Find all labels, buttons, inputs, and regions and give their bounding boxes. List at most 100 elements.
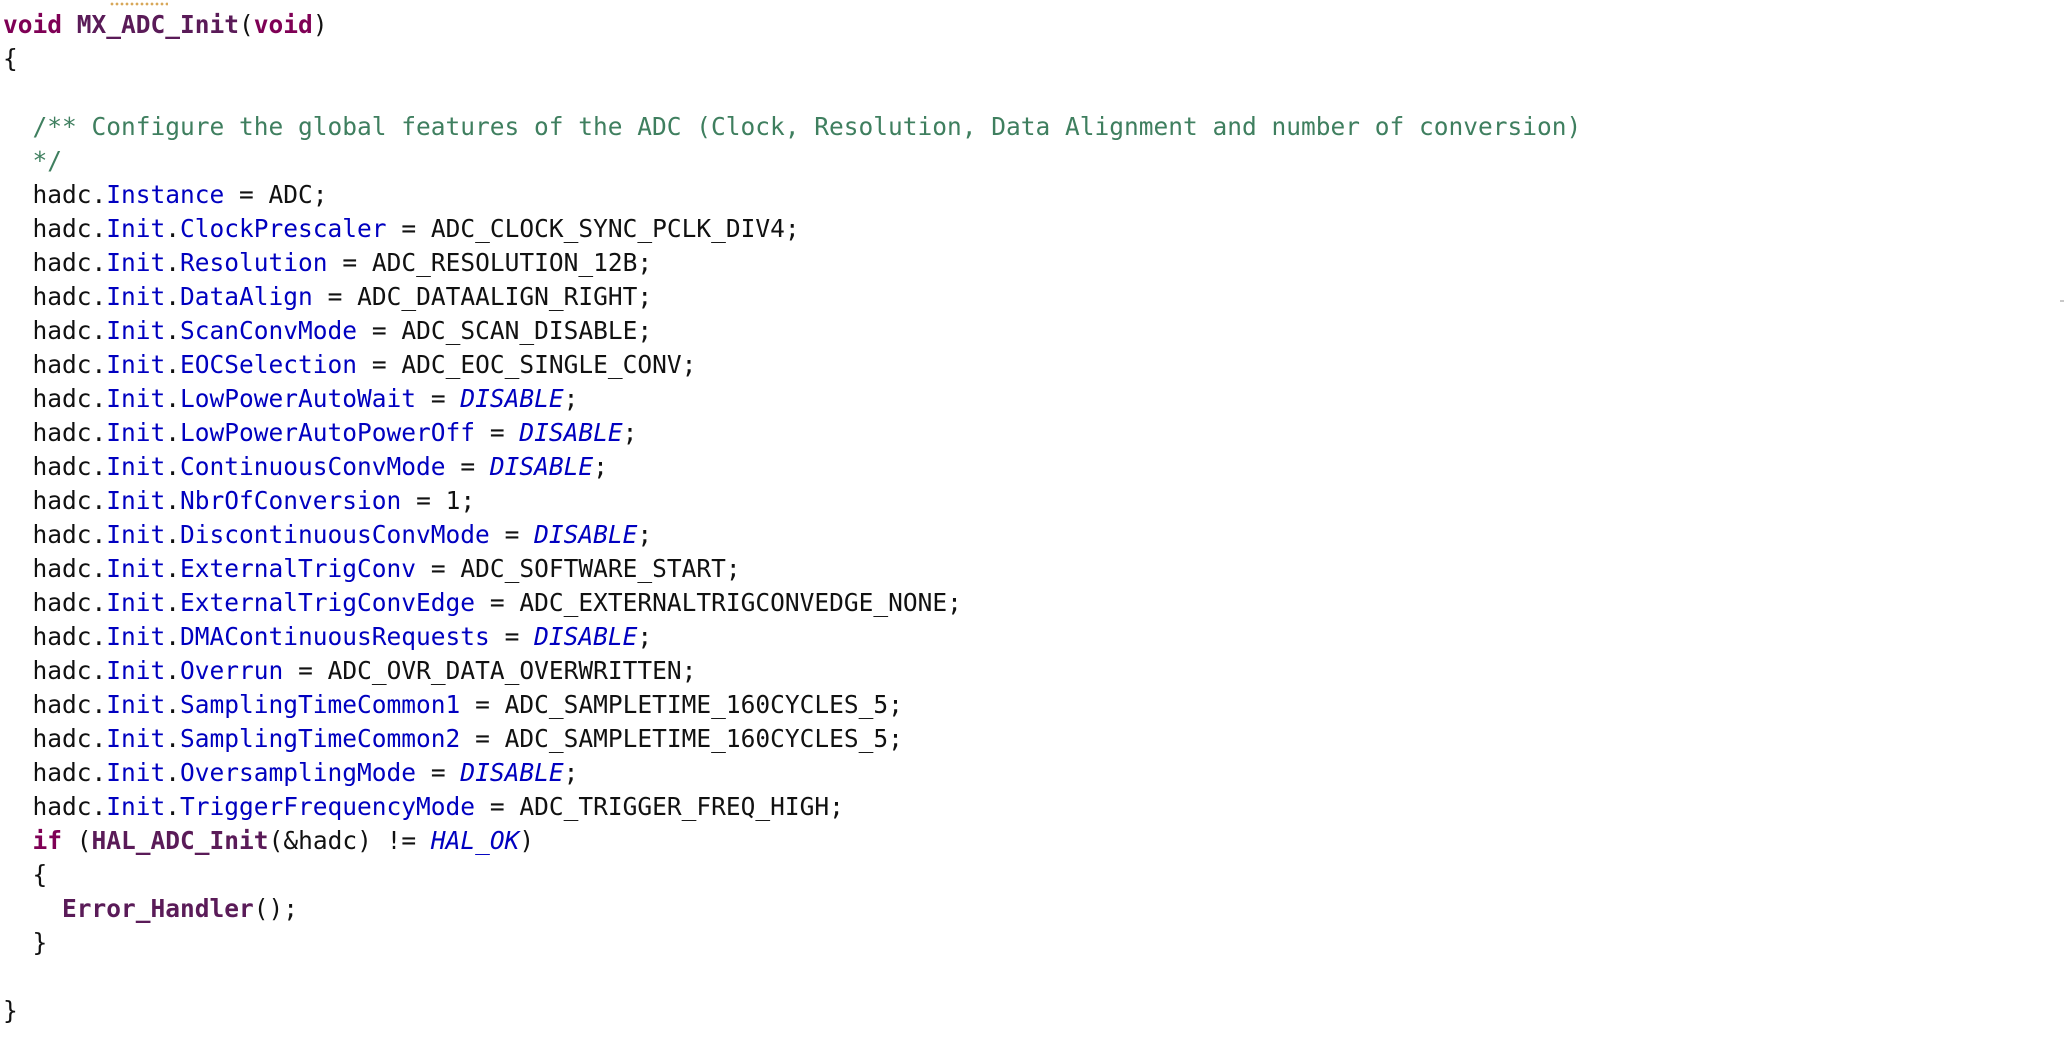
- code-line[interactable]: {: [3, 42, 1581, 76]
- code-editor[interactable]: void MX_ADC_Init(void){ /** Configure th…: [0, 0, 2064, 1044]
- code-token: ;: [593, 452, 608, 481]
- code-token: .: [165, 758, 181, 787]
- code-token: =: [489, 520, 535, 549]
- code-token: hadc.: [3, 282, 107, 311]
- code-token: (: [62, 826, 92, 855]
- code-line[interactable]: [3, 76, 1581, 110]
- code-token: ;: [563, 384, 579, 413]
- field-token: ClockPrescaler: [180, 214, 387, 243]
- code-token: ;: [637, 622, 653, 651]
- code-token: .: [165, 282, 181, 311]
- field-token: Init: [106, 792, 166, 821]
- field-token: Init: [106, 452, 166, 481]
- code-line[interactable]: if (HAL_ADC_Init(&hadc) != HAL_OK): [3, 824, 1581, 858]
- code-line[interactable]: hadc.Init.DataAlign = ADC_DATAALIGN_RIGH…: [3, 280, 1581, 314]
- code-token: .: [165, 486, 181, 515]
- code-line[interactable]: Error_Handler();: [3, 892, 1581, 926]
- field-token: Init: [106, 588, 166, 617]
- code-line[interactable]: hadc.Init.DMAContinuousRequests = DISABL…: [3, 620, 1581, 654]
- code-line[interactable]: /** Configure the global features of the…: [3, 110, 1582, 144]
- field-token: Init: [106, 282, 166, 311]
- code-line[interactable]: {: [3, 858, 1581, 892]
- constant-token: DISABLE: [519, 418, 623, 447]
- code-line[interactable]: hadc.Init.SamplingTimeCommon2 = ADC_SAMP…: [3, 722, 1581, 756]
- code-token: hadc.: [3, 792, 107, 821]
- code-line[interactable]: hadc.Init.EOCSelection = ADC_EOC_SINGLE_…: [3, 348, 1581, 382]
- code-line[interactable]: hadc.Init.Overrun = ADC_OVR_DATA_OVERWRI…: [3, 654, 1581, 688]
- code-line[interactable]: hadc.Init.ScanConvMode = ADC_SCAN_DISABL…: [3, 314, 1581, 348]
- code-line[interactable]: */: [3, 144, 1581, 178]
- code-token: .: [165, 418, 181, 447]
- code-line[interactable]: hadc.Init.ClockPrescaler = ADC_CLOCK_SYN…: [3, 212, 1581, 246]
- code-token: hadc.: [3, 418, 107, 447]
- field-token: Init: [106, 690, 166, 719]
- code-token: ;: [563, 758, 579, 787]
- field-token: SamplingTimeCommon1: [180, 690, 461, 719]
- keyword-token: void: [253, 10, 313, 39]
- code-token: .: [165, 724, 181, 753]
- code-token: ;: [637, 520, 653, 549]
- code-line[interactable]: }: [3, 926, 1581, 960]
- field-token: ScanConvMode: [180, 316, 358, 345]
- code-token: = ADC_EXTERNALTRIGCONVEDGE_NONE;: [475, 588, 962, 617]
- field-token: DiscontinuousConvMode: [180, 520, 490, 549]
- code-line[interactable]: hadc.Init.NbrOfConversion = 1;: [3, 484, 1581, 518]
- function-token: MX_ADC_Init: [62, 10, 240, 39]
- code-line[interactable]: void MX_ADC_Init(void): [3, 8, 1581, 42]
- code-line[interactable]: hadc.Init.LowPowerAutoWait = DISABLE;: [3, 382, 1581, 416]
- code-token: .: [165, 792, 181, 821]
- code-token: hadc.: [3, 486, 107, 515]
- function-token: HAL_ADC_Init: [91, 826, 269, 855]
- code-token: = ADC_RESOLUTION_12B;: [327, 248, 653, 277]
- code-token: .: [165, 622, 181, 651]
- code-token: .: [165, 554, 181, 583]
- field-token: Init: [106, 384, 166, 413]
- field-token: LowPowerAutoWait: [180, 384, 417, 413]
- code-line[interactable]: hadc.Init.LowPowerAutoPowerOff = DISABLE…: [3, 416, 1581, 450]
- field-token: ExternalTrigConv: [180, 554, 417, 583]
- code-token: (: [239, 10, 254, 39]
- code-line[interactable]: hadc.Init.OversamplingMode = DISABLE;: [3, 756, 1581, 790]
- field-token: Init: [106, 248, 166, 277]
- source-code[interactable]: void MX_ADC_Init(void){ /** Configure th…: [3, 8, 1581, 1028]
- code-token: ();: [253, 894, 299, 923]
- code-token: hadc.: [3, 588, 107, 617]
- constant-token: DISABLE: [534, 520, 638, 549]
- field-token: Overrun: [180, 656, 284, 685]
- field-token: Init: [106, 656, 166, 685]
- code-token: hadc.: [3, 384, 107, 413]
- code-line[interactable]: hadc.Init.ExternalTrigConvEdge = ADC_EXT…: [3, 586, 1581, 620]
- field-token: EOCSelection: [180, 350, 358, 379]
- code-token: hadc.: [3, 690, 107, 719]
- code-token: ;: [622, 418, 638, 447]
- code-line[interactable]: hadc.Init.ExternalTrigConv = ADC_SOFTWAR…: [3, 552, 1581, 586]
- field-token: Resolution: [180, 248, 328, 277]
- code-token: = ADC_OVR_DATA_OVERWRITTEN;: [283, 656, 697, 685]
- code-token: = 1;: [401, 486, 476, 515]
- code-line[interactable]: }: [3, 994, 1581, 1028]
- code-line[interactable]: hadc.Init.DiscontinuousConvMode = DISABL…: [3, 518, 1581, 552]
- code-line[interactable]: hadc.Init.Resolution = ADC_RESOLUTION_12…: [3, 246, 1581, 280]
- code-line[interactable]: hadc.Init.SamplingTimeCommon1 = ADC_SAMP…: [3, 688, 1581, 722]
- code-token: = ADC_SCAN_DISABLE;: [357, 316, 653, 345]
- code-line[interactable]: hadc.Instance = ADC;: [3, 178, 1581, 212]
- code-token: hadc.: [3, 554, 107, 583]
- code-token: .: [165, 384, 181, 413]
- field-token: Init: [106, 214, 166, 243]
- code-line[interactable]: hadc.Init.TriggerFrequencyMode = ADC_TRI…: [3, 790, 1581, 824]
- code-token: hadc.: [3, 622, 107, 651]
- constant-token: DISABLE: [460, 758, 564, 787]
- code-token: =: [445, 452, 490, 481]
- field-token: Init: [106, 724, 166, 753]
- code-token: .: [165, 690, 181, 719]
- code-token: (&hadc) !=: [268, 826, 431, 855]
- code-line[interactable]: [3, 960, 1581, 994]
- field-token: Init: [106, 316, 166, 345]
- constant-token: DISABLE: [534, 622, 638, 651]
- field-token: ExternalTrigConvEdge: [180, 588, 476, 617]
- code-token: .: [165, 520, 181, 549]
- code-token: {: [3, 860, 48, 889]
- field-token: TriggerFrequencyMode: [180, 792, 476, 821]
- field-token: LowPowerAutoPowerOff: [180, 418, 476, 447]
- code-line[interactable]: hadc.Init.ContinuousConvMode = DISABLE;: [3, 450, 1581, 484]
